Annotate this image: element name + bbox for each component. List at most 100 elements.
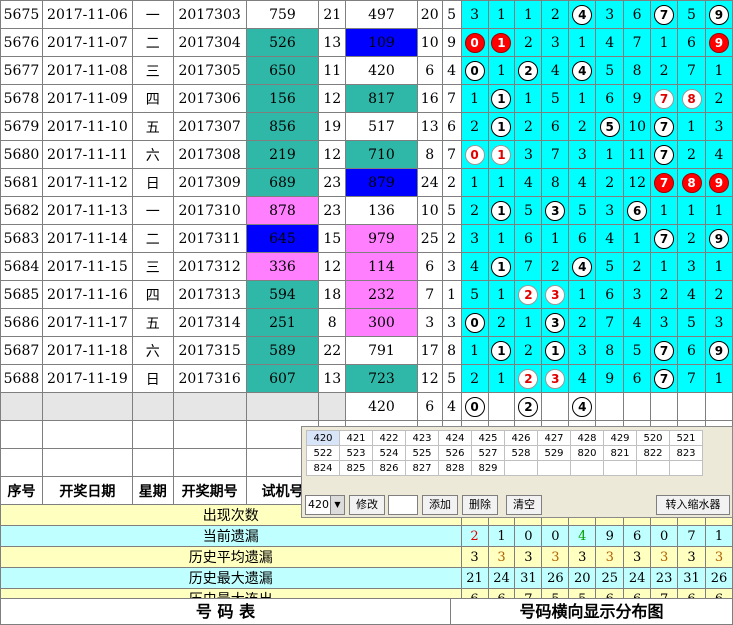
chevron-down-icon[interactable]: ▼ <box>330 496 344 514</box>
span-value: 7 <box>416 280 443 309</box>
draw-number: 517 <box>345 112 418 141</box>
number-ball: 2 <box>518 396 539 417</box>
number-ball: 4 <box>572 256 593 277</box>
number-ball: 1 <box>491 116 512 137</box>
picker-number[interactable]: 825 <box>339 460 373 476</box>
stat-max-value-0: 21 <box>460 567 489 589</box>
digit-cell-8: 8 <box>677 84 706 113</box>
sum-value: 13 <box>318 28 347 57</box>
stat-max-value-4: 20 <box>568 567 597 589</box>
picker-number[interactable]: 529 <box>537 445 571 461</box>
digit-cell-8: 3 <box>677 252 706 281</box>
picker-number[interactable]: 425 <box>471 430 505 446</box>
span-value: 13 <box>416 112 443 141</box>
number-ball: 9 <box>708 4 729 25</box>
digit-cell-9: 1 <box>704 56 733 85</box>
picker-number[interactable]: 429 <box>603 430 637 446</box>
weekday: 日 <box>131 168 174 197</box>
stat-average-value-0: 3 <box>460 546 489 568</box>
draw-date: 2017-11-14 <box>41 224 133 253</box>
picker-number[interactable]: 428 <box>570 430 604 446</box>
digit-cell-2: 2 <box>514 28 543 57</box>
picker-number[interactable]: 820 <box>570 445 604 461</box>
picker-number[interactable]: 823 <box>669 445 703 461</box>
picker-number[interactable]: 526 <box>438 445 472 461</box>
digit-cell-5: 8 <box>595 336 625 365</box>
number-ball: 4 <box>572 396 593 417</box>
stat-current-value-4: 4 <box>568 525 597 547</box>
digit-cell-9: 2 <box>704 280 733 309</box>
picker-number[interactable]: 426 <box>504 430 538 446</box>
digit-cell-6: 5 <box>623 336 652 365</box>
picker-number[interactable]: 523 <box>339 445 373 461</box>
picker-number[interactable]: 524 <box>372 445 406 461</box>
number-ball: 7 <box>654 368 675 389</box>
picker-number[interactable]: 828 <box>438 460 472 476</box>
row-index: 5684 <box>0 252 43 281</box>
blank-cell <box>0 448 43 477</box>
digit-cell-7: 7 <box>650 140 679 169</box>
digit-cell-9: 9 <box>704 224 733 253</box>
picker-number[interactable]: 427 <box>537 430 571 446</box>
blank-cell <box>318 392 347 421</box>
picker-number[interactable]: 822 <box>636 445 670 461</box>
test-number: 856 <box>245 112 320 141</box>
delete-button[interactable]: 删除 <box>462 495 498 515</box>
stat-average-value-9: 3 <box>704 546 733 568</box>
stat-max-value-6: 24 <box>623 567 652 589</box>
picker-number[interactable]: 420 <box>306 430 340 446</box>
stat-average-value-7: 3 <box>650 546 679 568</box>
lottery-window: { "rows": [ {"idx":"5675","date":"2017-1… <box>0 0 733 625</box>
picker-number[interactable]: 527 <box>471 445 505 461</box>
sum-value: 12 <box>318 84 347 113</box>
stat-max-value-5: 25 <box>595 567 625 589</box>
picker-number[interactable]: 525 <box>405 445 439 461</box>
modify-button[interactable]: 修改 <box>349 495 385 515</box>
digit-cell-9: 9 <box>704 336 733 365</box>
picker-number[interactable]: 522 <box>306 445 340 461</box>
number-ball: 9 <box>708 32 729 53</box>
row-index: 5682 <box>0 196 43 225</box>
picker-number[interactable]: 826 <box>372 460 406 476</box>
tail-value: 4 <box>441 56 462 85</box>
sum-value: 18 <box>318 280 347 309</box>
clear-button[interactable]: 清空 <box>506 495 542 515</box>
digit-cell-7: 1 <box>650 196 679 225</box>
row-index: 5677 <box>0 56 43 85</box>
digit-cell-4: 2 <box>568 112 597 141</box>
digit-cell-6: 1 <box>623 224 652 253</box>
digit-cell-1: 1 <box>487 224 516 253</box>
digit-cell-9: 1 <box>704 364 733 393</box>
picker-number[interactable]: 521 <box>669 430 703 446</box>
add-button[interactable]: 添加 <box>422 495 458 515</box>
blank-cell <box>172 392 247 421</box>
number-ball: 7 <box>654 116 675 137</box>
picker-number[interactable]: 424 <box>438 430 472 446</box>
weekday: 五 <box>131 112 174 141</box>
picker-number[interactable]: 421 <box>339 430 373 446</box>
digit-cell-4: 3 <box>568 140 597 169</box>
digit-cell-6: 6 <box>623 364 652 393</box>
picker-number[interactable]: 520 <box>636 430 670 446</box>
picker-number[interactable]: 827 <box>405 460 439 476</box>
period-number: 2017303 <box>172 0 247 29</box>
number-combo[interactable]: 420 ▼ <box>305 495 345 515</box>
picker-number[interactable]: 821 <box>603 445 637 461</box>
stat-average-value-1: 3 <box>487 546 516 568</box>
number-input[interactable] <box>388 495 418 515</box>
digit-cell-3: 6 <box>541 112 570 141</box>
digit-cell-2: 3 <box>514 140 543 169</box>
digit-cell-9: 9 <box>704 0 733 29</box>
tail-value: 5 <box>441 196 462 225</box>
digit-cell-7: 3 <box>650 308 679 337</box>
number-ball: 7 <box>654 340 675 361</box>
period-number: 2017309 <box>172 168 247 197</box>
picker-number[interactable]: 824 <box>306 460 340 476</box>
sum-value: 8 <box>318 308 347 337</box>
stat-max-value-1: 24 <box>487 567 516 589</box>
picker-number[interactable]: 528 <box>504 445 538 461</box>
picker-number[interactable]: 423 <box>405 430 439 446</box>
transfer-button[interactable]: 转入缩水器 <box>656 495 730 515</box>
picker-number[interactable]: 829 <box>471 460 505 476</box>
picker-number[interactable]: 422 <box>372 430 406 446</box>
